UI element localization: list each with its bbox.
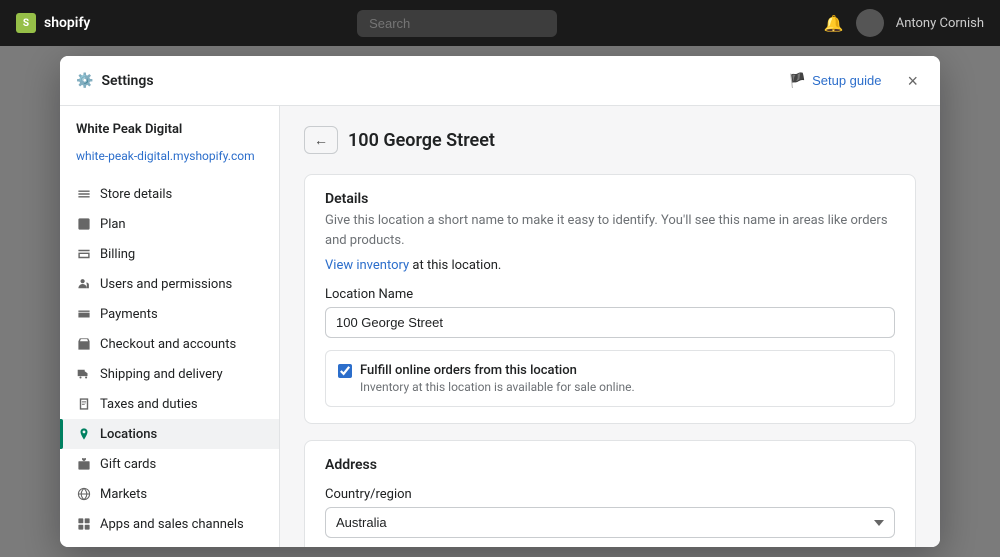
store-url[interactable]: white-peak-digital.myshopify.com bbox=[60, 149, 279, 179]
store-icon bbox=[76, 186, 92, 202]
address-title: Address bbox=[325, 457, 895, 473]
sidebar-label-plan: Plan bbox=[100, 217, 126, 232]
sidebar-label-shipping: Shipping and delivery bbox=[100, 367, 223, 382]
gear-icon: ⚙️ bbox=[76, 73, 93, 89]
sidebar-label-locations: Locations bbox=[100, 427, 157, 442]
sidebar-item-markets[interactable]: Markets bbox=[60, 479, 279, 509]
sidebar-item-domains[interactable]: Domains bbox=[60, 539, 279, 547]
users-icon bbox=[76, 276, 92, 292]
checkout-icon bbox=[76, 336, 92, 352]
sidebar-item-billing[interactable]: Billing bbox=[60, 239, 279, 269]
details-description: Give this location a short name to make … bbox=[325, 211, 895, 250]
store-name: White Peak Digital bbox=[60, 122, 279, 149]
fulfill-checkbox-group: Fulfill online orders from this location… bbox=[325, 350, 895, 407]
sidebar-item-store-details[interactable]: Store details bbox=[60, 179, 279, 209]
country-select[interactable]: Australia United States United Kingdom C… bbox=[325, 507, 895, 538]
topbar: S shopify 🔔 Antony Cornish bbox=[0, 0, 1000, 46]
sidebar-label-checkout: Checkout and accounts bbox=[100, 337, 236, 352]
taxes-icon bbox=[76, 396, 92, 412]
settings-sidebar: White Peak Digital white-peak-digital.my… bbox=[60, 106, 280, 547]
sidebar-item-payments[interactable]: Payments bbox=[60, 299, 279, 329]
sidebar-label-payments: Payments bbox=[100, 307, 158, 322]
notification-bell-icon[interactable]: 🔔 bbox=[824, 14, 844, 33]
country-group: Country/region Australia United States U… bbox=[325, 487, 895, 538]
country-label: Country/region bbox=[325, 487, 895, 502]
search-input[interactable] bbox=[357, 10, 557, 37]
sidebar-item-apps[interactable]: Apps and sales channels bbox=[60, 509, 279, 539]
topbar-left: S shopify bbox=[16, 13, 90, 33]
location-name-label: Location Name bbox=[325, 287, 895, 302]
sidebar-item-taxes[interactable]: Taxes and duties bbox=[60, 389, 279, 419]
view-inventory-line: View inventory at this location. bbox=[325, 258, 895, 273]
user-name: Antony Cornish bbox=[896, 16, 984, 31]
locations-icon bbox=[76, 426, 92, 442]
location-name-input[interactable] bbox=[325, 307, 895, 338]
back-button[interactable]: ← bbox=[304, 126, 338, 154]
page-title: 100 George Street bbox=[348, 130, 495, 151]
gift-cards-icon bbox=[76, 456, 92, 472]
view-inventory-link[interactable]: View inventory bbox=[325, 258, 409, 273]
modal-header: ⚙️ Settings 🏴 Setup guide × bbox=[60, 56, 940, 106]
location-name-group: Location Name bbox=[325, 287, 895, 338]
shopify-logo: S bbox=[16, 13, 36, 33]
modal-title: Settings bbox=[101, 73, 153, 89]
topbar-right: 🔔 Antony Cornish bbox=[824, 9, 984, 37]
fulfill-checkbox-text: Fulfill online orders from this location… bbox=[360, 363, 635, 394]
sidebar-item-locations[interactable]: Locations bbox=[60, 419, 279, 449]
sidebar-item-plan[interactable]: Plan bbox=[60, 209, 279, 239]
avatar bbox=[856, 9, 884, 37]
page-header: ← 100 George Street bbox=[304, 126, 916, 154]
details-section: Details Give this location a short name … bbox=[304, 174, 916, 424]
sidebar-item-gift-cards[interactable]: Gift cards bbox=[60, 449, 279, 479]
sidebar-item-checkout[interactable]: Checkout and accounts bbox=[60, 329, 279, 359]
fulfill-checkbox[interactable] bbox=[338, 364, 352, 378]
billing-icon bbox=[76, 246, 92, 262]
close-button[interactable]: × bbox=[901, 70, 924, 92]
flag-icon: 🏴 bbox=[789, 72, 806, 89]
topbar-search bbox=[357, 10, 557, 37]
sidebar-label-users: Users and permissions bbox=[100, 277, 232, 292]
sidebar-label-taxes: Taxes and duties bbox=[100, 397, 198, 412]
main-content: ← 100 George Street Details Give this lo… bbox=[280, 106, 940, 547]
sidebar-label-markets: Markets bbox=[100, 487, 147, 502]
app-name: shopify bbox=[44, 15, 90, 31]
modal-overlay: ⚙️ Settings 🏴 Setup guide × White Peak D… bbox=[0, 46, 1000, 557]
setup-guide-button[interactable]: 🏴 Setup guide bbox=[781, 68, 890, 93]
sidebar-label-gift-cards: Gift cards bbox=[100, 457, 156, 472]
shipping-icon bbox=[76, 366, 92, 382]
sidebar-label-store-details: Store details bbox=[100, 187, 172, 202]
view-inventory-suffix: at this location. bbox=[409, 258, 501, 273]
plan-icon bbox=[76, 216, 92, 232]
payments-icon bbox=[76, 306, 92, 322]
settings-modal: ⚙️ Settings 🏴 Setup guide × White Peak D… bbox=[60, 56, 940, 547]
sidebar-item-users[interactable]: Users and permissions bbox=[60, 269, 279, 299]
sidebar-item-shipping[interactable]: Shipping and delivery bbox=[60, 359, 279, 389]
sidebar-label-billing: Billing bbox=[100, 247, 135, 262]
modal-title-group: ⚙️ Settings bbox=[76, 73, 154, 89]
fulfill-checkbox-label: Fulfill online orders from this location bbox=[360, 363, 635, 378]
domains-icon bbox=[76, 546, 92, 547]
fulfill-checkbox-desc: Inventory at this location is available … bbox=[360, 380, 635, 394]
markets-icon bbox=[76, 486, 92, 502]
details-title: Details bbox=[325, 191, 895, 207]
sidebar-label-apps: Apps and sales channels bbox=[100, 517, 244, 532]
sidebar-label-domains: Domains bbox=[100, 547, 151, 548]
address-section: Address Country/region Australia United … bbox=[304, 440, 916, 547]
modal-body: White Peak Digital white-peak-digital.my… bbox=[60, 106, 940, 547]
apps-icon bbox=[76, 516, 92, 532]
